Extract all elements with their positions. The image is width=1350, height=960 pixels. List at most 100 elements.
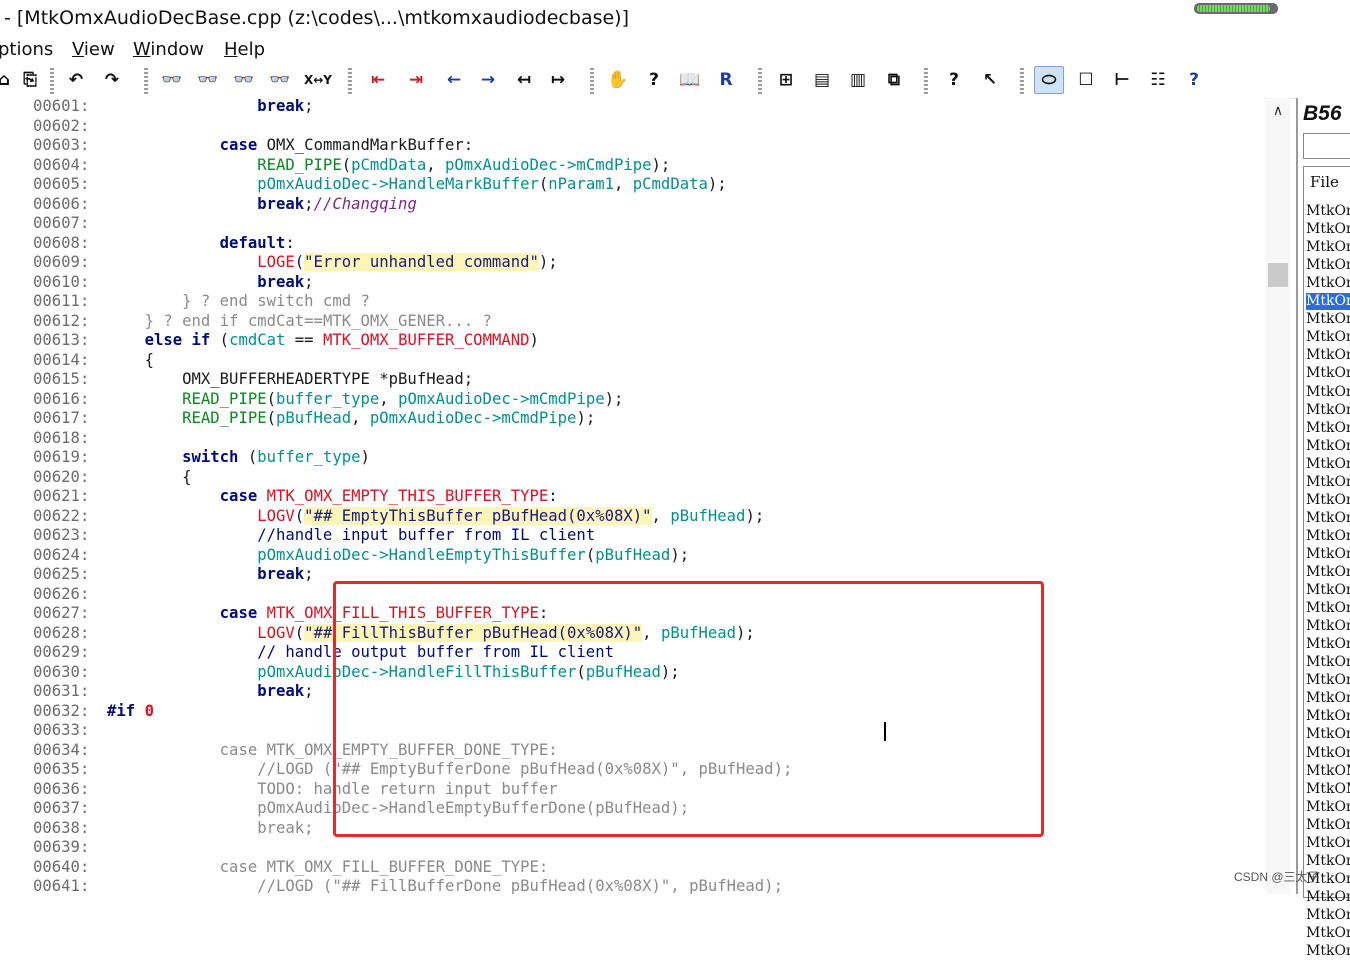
book-icon[interactable]: 📖 <box>678 68 702 92</box>
code-token: : <box>548 487 558 505</box>
file-list-item[interactable]: MtkOm <box>1306 817 1350 834</box>
find-prev-icon[interactable]: 👓 <box>196 68 220 92</box>
jump-right-icon[interactable]: ↦ <box>546 68 570 92</box>
menu-help[interactable]: Help <box>224 39 265 60</box>
file-list-item[interactable]: MtkOm <box>1306 907 1350 924</box>
file-list-item[interactable]: MtkOm <box>1306 546 1350 563</box>
file-list-item[interactable]: MtkOm <box>1306 889 1350 906</box>
file-list-item[interactable]: MtkOm <box>1306 293 1350 311</box>
code-token: OMX_CommandMarkBuffer <box>266 136 464 154</box>
scroll-up-icon[interactable]: ∧ <box>1266 102 1290 122</box>
file-list-item[interactable]: MtkOm <box>1306 564 1350 581</box>
hierarchy-icon[interactable]: ☷ <box>1146 68 1170 92</box>
code-editor[interactable]: 00601: break; 00602: 00603: case OMX_Comma… <box>0 98 1264 894</box>
file-list-item[interactable]: MtkOm <box>1306 221 1350 238</box>
layout-1-icon[interactable]: ⊞ <box>774 68 798 92</box>
file-list-item[interactable]: MtkOm <box>1306 582 1350 599</box>
menu-view[interactable]: View <box>72 39 115 60</box>
file-list-item[interactable]: MtkOm <box>1306 636 1350 653</box>
file-list-item[interactable]: MtkOm <box>1306 420 1350 437</box>
file-list-item[interactable]: MtkOM <box>1306 781 1350 798</box>
find-next-icon[interactable]: 👓 <box>232 68 256 92</box>
file-list-item[interactable]: MtkOm <box>1306 799 1350 816</box>
code-token: else if <box>144 331 220 349</box>
file-list-item[interactable]: MtkOm <box>1306 600 1350 617</box>
project-icon[interactable]: ✋ <box>606 68 630 92</box>
window-title: - [MtkOmxAudioDecBase.cpp (z:\codes\...\… <box>4 7 629 29</box>
file-list[interactable]: File MtkOmMtkOmMtkOmMtkOmMtkOmMtkOmMtkOm… <box>1303 166 1350 959</box>
back-arrow-icon[interactable]: ← <box>442 68 466 92</box>
file-list-item[interactable]: MtkOm <box>1306 835 1350 852</box>
file-list-item[interactable]: MtkOm <box>1306 672 1350 689</box>
whats-this-icon[interactable]: ↖ <box>978 68 1002 92</box>
line-number: 00614: <box>33 350 90 369</box>
line-number: 00620: <box>33 467 90 486</box>
file-list-item[interactable]: MtkOm <box>1306 618 1350 635</box>
replace-icon[interactable]: X↔Y <box>302 68 334 92</box>
symbol-icon[interactable]: ? <box>642 68 666 92</box>
file-list-item[interactable]: MtkOm <box>1306 275 1350 292</box>
file-list-item[interactable]: MtkOm <box>1306 365 1350 382</box>
code-token: , <box>351 409 370 427</box>
vertical-scrollbar[interactable]: ∧ <box>1266 98 1290 894</box>
file-list-item[interactable]: MtkOm <box>1306 239 1350 256</box>
file-list-item[interactable]: MtkOm <box>1306 474 1350 491</box>
code-token: break; <box>257 818 314 837</box>
next-bookmark-icon[interactable]: ⇥ <box>404 68 428 92</box>
scroll-thumb[interactable] <box>1268 263 1288 287</box>
reference-icon[interactable]: R <box>714 68 738 92</box>
file-list-item[interactable]: MtkOm <box>1306 510 1350 527</box>
file-list-item[interactable]: MtkOm <box>1306 402 1350 419</box>
file-list-item[interactable]: MtkOm <box>1306 708 1350 725</box>
side-panel-search-input[interactable] <box>1303 133 1350 159</box>
code-text: { <box>107 468 191 488</box>
tree-icon[interactable]: ⊢ <box>1110 68 1134 92</box>
line-number: 00624: <box>33 545 90 564</box>
file-list-item[interactable]: MtkOm <box>1306 528 1350 545</box>
folder-icon[interactable]: ⌂ <box>0 68 16 92</box>
file-list-item[interactable]: MtkOm <box>1306 438 1350 455</box>
file-list-item[interactable]: MtkOm <box>1306 347 1350 364</box>
line-number: 00633: <box>33 721 90 739</box>
relation-icon[interactable]: ☐ <box>1074 68 1098 92</box>
windows-icon[interactable]: ⧉ <box>882 68 906 92</box>
file-list-item[interactable]: MtkOm <box>1306 654 1350 671</box>
file-list-item[interactable]: MtkOm <box>1306 384 1350 401</box>
code-token: : <box>285 233 295 252</box>
code-token: ); <box>745 506 765 525</box>
forward-arrow-icon[interactable]: → <box>476 68 500 92</box>
code-text: LOGV("## EmptyThisBuffer pBufHead(0x%08X… <box>107 506 765 527</box>
jump-left-icon[interactable]: ↤ <box>512 68 536 92</box>
menu-options[interactable]: ptions <box>0 39 53 60</box>
file-list-item[interactable]: MtkOM <box>1306 763 1350 780</box>
file-list-item[interactable]: MtkOm <box>1306 745 1350 762</box>
file-list-item[interactable]: MtkOm <box>1306 329 1350 346</box>
code-token: OMX_BUFFERHEADERTYPE <box>182 370 380 388</box>
file-list-item[interactable]: MtkOm <box>1306 203 1350 220</box>
line-number: 00606: <box>33 194 90 213</box>
file-list-item[interactable]: MtkOm <box>1306 456 1350 473</box>
undo-icon[interactable]: ↶ <box>64 68 88 92</box>
context-help-icon[interactable]: ? <box>942 68 966 92</box>
menu-bar: ptions View Window Help <box>0 36 1350 64</box>
file-list-item[interactable]: MtkOm <box>1306 726 1350 743</box>
file-list-item[interactable]: MtkOm <box>1306 943 1350 960</box>
file-list-item[interactable]: MtkOm <box>1306 492 1350 509</box>
file-list-item[interactable]: MtkOm <box>1306 311 1350 328</box>
menu-window[interactable]: Window <box>133 39 204 60</box>
prev-bookmark-icon[interactable]: ⇤ <box>366 68 390 92</box>
paste-icon[interactable]: ⎘ <box>18 68 42 92</box>
file-list-item[interactable]: MtkOm <box>1306 690 1350 707</box>
file-list-item[interactable]: MtkOm <box>1306 925 1350 942</box>
file-list-item[interactable]: MtkOm <box>1306 257 1350 274</box>
layout-3-icon[interactable]: ▥ <box>846 68 870 92</box>
view-toggle-icon[interactable]: ⬭ <box>1034 66 1064 94</box>
redo-icon[interactable]: ↷ <box>100 68 124 92</box>
find-files-icon[interactable]: 👓 <box>268 68 292 92</box>
layout-2-icon[interactable]: ▤ <box>810 68 834 92</box>
find-icon[interactable]: 👓 <box>160 68 184 92</box>
code-token: case <box>219 136 267 154</box>
help-icon[interactable]: ? <box>1182 68 1206 92</box>
